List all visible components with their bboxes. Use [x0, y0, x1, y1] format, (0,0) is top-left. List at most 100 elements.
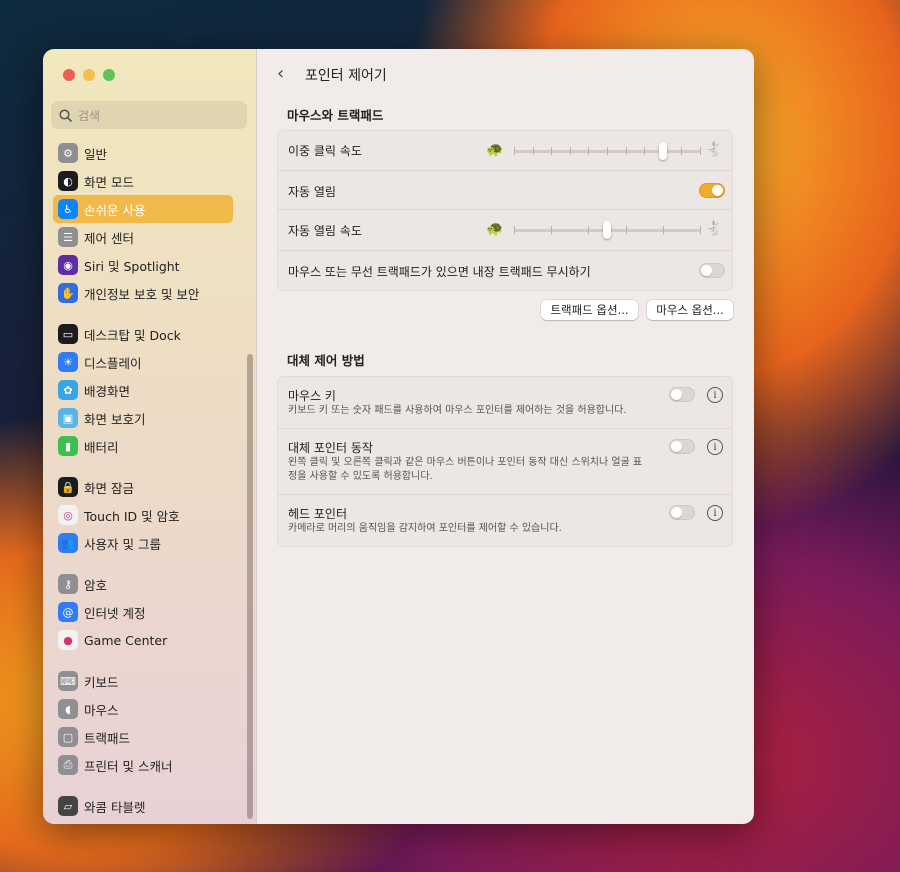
sidebar-scrollbar[interactable] [247, 354, 253, 819]
sidebar-item-17[interactable]: ⌨ 키보드 [53, 667, 233, 695]
search-input[interactable]: 검색 [51, 101, 247, 129]
alternate-control-card: 마우스 키 키보드 키 또는 숫자 패드를 사용하여 마우스 포인터를 제어하는… [277, 376, 733, 547]
double-click-speed-row: 이중 클릭 속도 🐢 🐇 [278, 131, 732, 171]
settings-window: 검색 ⚙ 일반 ◐ 화면 모드 ♿ 손쉬운 사용 ☰ 제어 센터 ◉ Siri 및 Spotlig… [43, 49, 754, 824]
hand-icon: ✋ [58, 283, 78, 303]
close-button[interactable] [63, 69, 75, 81]
sidebar-item-label: 배터리 [84, 439, 119, 455]
ignore-trackpad-label: 마우스 또는 무선 트랙패드가 있으면 내장 트랙패드 무시하기 [288, 265, 591, 279]
search-placeholder: 검색 [78, 108, 101, 123]
sidebar-item-9[interactable]: ▣ 화면 보호기 [53, 404, 233, 432]
sidebar-item-label: 프린터 및 스캐너 [84, 758, 173, 774]
head-pointer-info-icon[interactable]: i [707, 505, 723, 521]
sidebar-item-8[interactable]: ✿ 배경화면 [53, 376, 233, 404]
sidebar-item-label: 암호 [84, 577, 108, 593]
spring-loading-speed-slider[interactable]: 🐢 🐇 [486, 220, 726, 240]
spring-loading-speed-label: 자동 열림 속도 [288, 224, 362, 238]
spring-loading-toggle[interactable] [699, 183, 725, 198]
at-icon: @ [58, 602, 78, 622]
tablet-icon: ▱ [58, 796, 78, 816]
sidebar-item-label: 데스크탑 및 Dock [84, 327, 181, 343]
slider-knob[interactable] [603, 221, 611, 239]
control-center-icon: ☰ [58, 227, 78, 247]
turtle-icon: 🐢 [486, 142, 504, 158]
slider-tick [532, 147, 534, 155]
gear-icon: ⚙ [58, 143, 78, 163]
sidebar-item-3[interactable]: ☰ 제어 센터 [53, 223, 233, 251]
sidebar-item-label: 와콤 타블렛 [84, 799, 146, 815]
fingerprint-icon: ◎ [58, 505, 78, 525]
main-pane: ‹ 포인터 제어기 마우스와 트랙패드 이중 클릭 속도 🐢 🐇 자동 열림 자… [257, 49, 754, 824]
sun-icon: ☀ [58, 352, 78, 372]
double-click-speed-label: 이중 클릭 속도 [288, 144, 362, 158]
sidebar-item-14[interactable]: ⚷ 암호 [53, 570, 233, 598]
slider-tick [700, 147, 701, 155]
sidebar-item-label: 제어 센터 [84, 230, 134, 246]
screensaver-icon: ▣ [58, 408, 78, 428]
lock-icon: 🔒 [58, 477, 78, 497]
mouse-trackpad-card: 이중 클릭 속도 🐢 🐇 자동 열림 자동 열림 속도 🐢 🐇 마우스 또는 무… [277, 130, 733, 291]
slider-tick [607, 147, 608, 155]
mouse-keys-toggle[interactable] [669, 387, 695, 402]
sidebar-item-16[interactable]: ● Game Center [53, 626, 233, 654]
head-pointer-label: 헤드 포인터 [288, 507, 348, 521]
sidebar-item-label: 일반 [84, 146, 108, 162]
alt-pointer-row: 대체 포인터 동작 왼쪽 클릭 및 오른쪽 클릭과 같은 마우스 버튼이나 포인… [278, 429, 732, 495]
slider-tick [662, 226, 664, 234]
dock-icon: ▭ [58, 324, 78, 344]
sidebar-item-6[interactable]: ▭ 데스크탑 및 Dock [53, 320, 233, 348]
sidebar-item-1[interactable]: ◐ 화면 모드 [53, 167, 233, 195]
trackpad-options-button[interactable]: 트랙패드 옵션... [541, 300, 638, 320]
back-button[interactable]: ‹ [277, 65, 284, 83]
key-icon: ⚷ [58, 574, 78, 594]
mouse-keys-info-icon[interactable]: i [707, 387, 723, 403]
sidebar-item-label: 화면 모드 [84, 174, 134, 190]
sidebar-item-20[interactable]: ⎙ 프린터 및 스캐너 [53, 751, 233, 779]
sidebar: 검색 ⚙ 일반 ◐ 화면 모드 ♿ 손쉬운 사용 ☰ 제어 센터 ◉ Siri 및 Spotlig… [43, 49, 257, 824]
head-pointer-toggle[interactable] [669, 505, 695, 520]
sidebar-item-5[interactable]: ✋ 개인정보 보호 및 보안 [53, 279, 233, 307]
slider-tick [514, 147, 515, 155]
mouse-keys-row: 마우스 키 키보드 키 또는 숫자 패드를 사용하여 마우스 포인터를 제어하는… [278, 377, 732, 429]
zoom-button[interactable] [103, 69, 115, 81]
sidebar-item-0[interactable]: ⚙ 일반 [53, 139, 233, 167]
double-click-speed-slider[interactable]: 🐢 🐇 [486, 141, 726, 161]
window-controls [63, 69, 115, 81]
sidebar-item-11[interactable]: 🔒 화면 잠금 [53, 473, 233, 501]
alt-pointer-info-icon[interactable]: i [707, 439, 723, 455]
mouse-keys-label: 마우스 키 [288, 389, 336, 403]
slider-tick [625, 147, 627, 155]
mouse-options-button[interactable]: 마우스 옵션... [647, 300, 733, 320]
sidebar-item-7[interactable]: ☀ 디스플레이 [53, 348, 233, 376]
head-pointer-row: 헤드 포인터 카메라로 머리의 움직임을 감지하여 포인터를 제어할 수 있습니… [278, 495, 732, 546]
sidebar-item-18[interactable]: ◖ 마우스 [53, 695, 233, 723]
sidebar-item-12[interactable]: ◎ Touch ID 및 암호 [53, 501, 233, 529]
sidebar-item-15[interactable]: @ 인터넷 계정 [53, 598, 233, 626]
sidebar-item-label: 화면 잠금 [84, 480, 134, 496]
sidebar-item-4[interactable]: ◉ Siri 및 Spotlight [53, 251, 233, 279]
sidebar-item-19[interactable]: ▢ 트랙패드 [53, 723, 233, 751]
spring-loading-label: 자동 열림 [288, 185, 336, 199]
search-icon [59, 108, 72, 122]
turtle-icon: 🐢 [486, 221, 504, 237]
slider-tick [551, 147, 553, 155]
sidebar-item-label: 트랙패드 [84, 730, 131, 746]
keyboard-icon: ⌨ [58, 671, 78, 691]
slider-tick [644, 147, 646, 155]
sidebar-item-13[interactable]: 👥 사용자 및 그룹 [53, 529, 233, 557]
slider-tick [514, 226, 515, 234]
sidebar-item-10[interactable]: ▮ 배터리 [53, 432, 233, 460]
minimize-button[interactable] [83, 69, 95, 81]
alt-pointer-toggle[interactable] [669, 439, 695, 454]
page-title: 포인터 제어기 [305, 68, 387, 84]
slider-knob[interactable] [658, 142, 667, 160]
accessibility-icon: ♿ [58, 199, 78, 219]
ignore-trackpad-toggle[interactable] [699, 263, 725, 278]
trackpad-icon: ▢ [58, 727, 78, 747]
siri-icon: ◉ [58, 255, 78, 275]
sidebar-item-21[interactable]: ▱ 와콤 타블렛 [53, 792, 233, 820]
sidebar-item-2[interactable]: ♿ 손쉬운 사용 [53, 195, 233, 223]
sidebar-item-label: 키보드 [84, 674, 119, 690]
battery-icon: ▮ [58, 436, 78, 456]
mouse-keys-description: 키보드 키 또는 숫자 패드를 사용하여 마우스 포인터를 제어하는 것을 허용… [288, 405, 627, 416]
